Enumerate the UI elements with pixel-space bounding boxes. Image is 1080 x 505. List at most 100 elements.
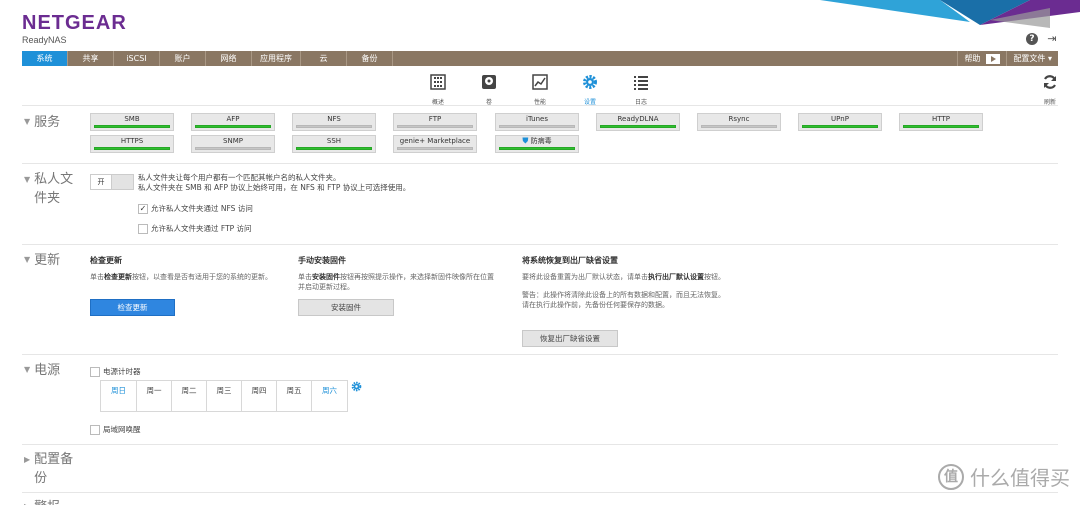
watermark-text: 什么值得买 — [970, 466, 1070, 490]
service-status-bar — [701, 125, 777, 128]
services-section-header[interactable]: ▼ 服务 — [24, 112, 60, 132]
service-status-bar — [94, 147, 170, 150]
tab-backup[interactable]: 备份 — [347, 51, 393, 66]
brand-name: NETGEAR — [22, 12, 127, 34]
wake-on-lan-label: 局域网唤醒 — [103, 425, 141, 434]
toolbar-performance[interactable]: 性能 — [525, 74, 555, 106]
service-status-bar — [499, 125, 575, 128]
service-label: ⛊ 防病毒 — [496, 136, 578, 146]
day-saturday[interactable]: 周六 — [312, 381, 347, 411]
service-afp[interactable]: AFP — [191, 113, 275, 131]
service-upnp[interactable]: UPnP — [798, 113, 882, 131]
service-readydlna[interactable]: ReadyDLNA — [596, 113, 680, 131]
day-monday[interactable]: 周一 — [137, 381, 172, 411]
tab-iscsi[interactable]: iSCSI — [114, 51, 160, 66]
service-label: AFP — [226, 115, 240, 123]
collapse-arrow-icon: ▼ — [24, 255, 31, 264]
collapse-arrow-icon: ▼ — [24, 117, 31, 126]
day-wednesday[interactable]: 周三 — [207, 381, 242, 411]
day-sunday[interactable]: 周日 — [101, 381, 137, 411]
watermark-logo: 值 — [938, 463, 964, 490]
tab-accounts[interactable]: 账户 — [160, 51, 206, 66]
service-ftp[interactable]: FTP — [393, 113, 477, 131]
service-rsync[interactable]: Rsync — [697, 113, 781, 131]
service-http[interactable]: HTTP — [899, 113, 983, 131]
tab-apps[interactable]: 应用程序 — [252, 51, 301, 66]
check-update-desc: 单击检查更新按钮，以查看是否有适用于您的系统的更新。 — [90, 273, 272, 281]
nfs-access-option[interactable]: ✓ 允许私人文件夹通过 NFS 访问 — [138, 203, 253, 214]
tab-network[interactable]: 网络 — [206, 51, 252, 66]
logout-icon[interactable]: ⇥ — [1046, 33, 1058, 45]
power-title: 电源 — [34, 363, 61, 378]
tab-shares[interactable]: 共享 — [68, 51, 114, 66]
service-genie-marketplace[interactable]: genie+ Marketplace — [393, 135, 477, 153]
service-label: genie+ Marketplace — [399, 137, 471, 145]
service-smb[interactable]: SMB — [90, 113, 174, 131]
service-status-bar — [195, 147, 271, 150]
volume-icon — [482, 75, 496, 89]
service-label: NFS — [327, 115, 341, 123]
section-divider — [22, 163, 1058, 164]
refresh-icon — [1043, 75, 1057, 89]
install-firmware-button[interactable]: 安装固件 — [298, 299, 394, 316]
toolbar-overview[interactable]: 概述 — [423, 74, 453, 106]
toolbar-logs[interactable]: 日志 — [626, 74, 656, 106]
next-section-title: 警报 — [34, 500, 60, 505]
private-folder-section-header[interactable]: ▼ 私人文件夹 — [24, 170, 76, 208]
private-folder-toggle[interactable]: 开 — [90, 174, 134, 190]
power-schedule-days: 周日 周一 周二 周三 周四 周五 周六 — [100, 380, 348, 412]
service-ssh[interactable]: SSH — [292, 135, 376, 153]
manual-install-panel: 手动安装固件 单击安装固件按钮再按照提示操作，来选择新固件映像所在位置并启动更新… — [298, 255, 498, 292]
collapse-arrow-icon: ▼ — [24, 365, 31, 374]
toolbar-settings[interactable]: 设置 — [575, 74, 605, 106]
ftp-access-option[interactable]: 允许私人文件夹通过 FTP 访问 — [138, 223, 252, 234]
service-antivirus[interactable]: ⛊ 防病毒 — [495, 135, 579, 153]
gear-icon[interactable] — [351, 381, 362, 392]
toolbar-volume[interactable]: 卷 — [474, 74, 504, 106]
nfs-access-checkbox[interactable]: ✓ — [138, 203, 148, 214]
service-https[interactable]: HTTPS — [90, 135, 174, 153]
factory-reset-button[interactable]: 恢复出厂缺省设置 — [522, 330, 618, 347]
service-status-bar — [397, 125, 473, 128]
section-divider — [22, 492, 1058, 493]
service-status-bar — [296, 125, 372, 128]
manual-install-desc: 单击安装固件按钮再按照提示操作，来选择新固件映像所在位置并启动更新过程。 — [298, 273, 494, 291]
watermark: 值 什么值得买 — [938, 462, 1070, 491]
service-nfs[interactable]: NFS — [292, 113, 376, 131]
toggle-state-label: 开 — [97, 178, 105, 186]
wake-on-lan-checkbox[interactable] — [90, 424, 100, 435]
service-itunes[interactable]: iTunes — [495, 113, 579, 131]
check-update-panel: 检查更新 单击检查更新按钮，以查看是否有适用于您的系统的更新。 — [90, 255, 280, 282]
help-button[interactable]: 帮助 — [957, 51, 1006, 66]
service-status-bar — [94, 125, 170, 128]
power-section-header[interactable]: ▼ 电源 — [24, 360, 60, 380]
check-update-button[interactable]: 检查更新 — [90, 299, 175, 316]
update-section-header[interactable]: ▼ 更新 — [24, 250, 60, 270]
service-label: SNMP — [223, 137, 243, 145]
day-tuesday[interactable]: 周二 — [172, 381, 207, 411]
service-status-bar — [195, 125, 271, 128]
config-backup-section-header[interactable]: ▶ 配置备份 — [24, 450, 76, 488]
service-status-bar — [802, 125, 878, 128]
tab-cloud[interactable]: 云 — [301, 51, 347, 66]
help-icon[interactable]: ? — [1026, 33, 1038, 45]
power-timer-checkbox[interactable] — [90, 366, 100, 377]
day-friday[interactable]: 周五 — [277, 381, 312, 411]
play-icon — [986, 53, 1001, 64]
logs-icon — [634, 76, 648, 90]
next-section-header[interactable]: ▶警报 — [24, 497, 60, 505]
day-thursday[interactable]: 周四 — [242, 381, 277, 411]
config-file-button[interactable]: 配置文件 ▾ — [1006, 51, 1058, 66]
ftp-access-checkbox[interactable] — [138, 223, 148, 234]
ftp-access-label: 允许私人文件夹通过 FTP 访问 — [151, 224, 252, 233]
power-timer-option[interactable]: 电源计时器 — [90, 366, 141, 377]
section-divider — [22, 244, 1058, 245]
service-snmp[interactable]: SNMP — [191, 135, 275, 153]
factory-reset-warning: 警告：此操作将清除此设备上的所有数据和配置，而且无法恢复。请在执行此操作前，先备… — [522, 291, 725, 309]
service-status-bar — [296, 147, 372, 150]
refresh-button[interactable]: 刷新 — [1042, 74, 1058, 106]
wake-on-lan-option[interactable]: 局域网唤醒 — [90, 424, 141, 435]
factory-reset-heading: 将系统恢复到出厂缺省设置 — [522, 256, 618, 265]
tab-system[interactable]: 系统 — [22, 51, 68, 66]
service-label: ReadyDLNA — [617, 115, 659, 123]
